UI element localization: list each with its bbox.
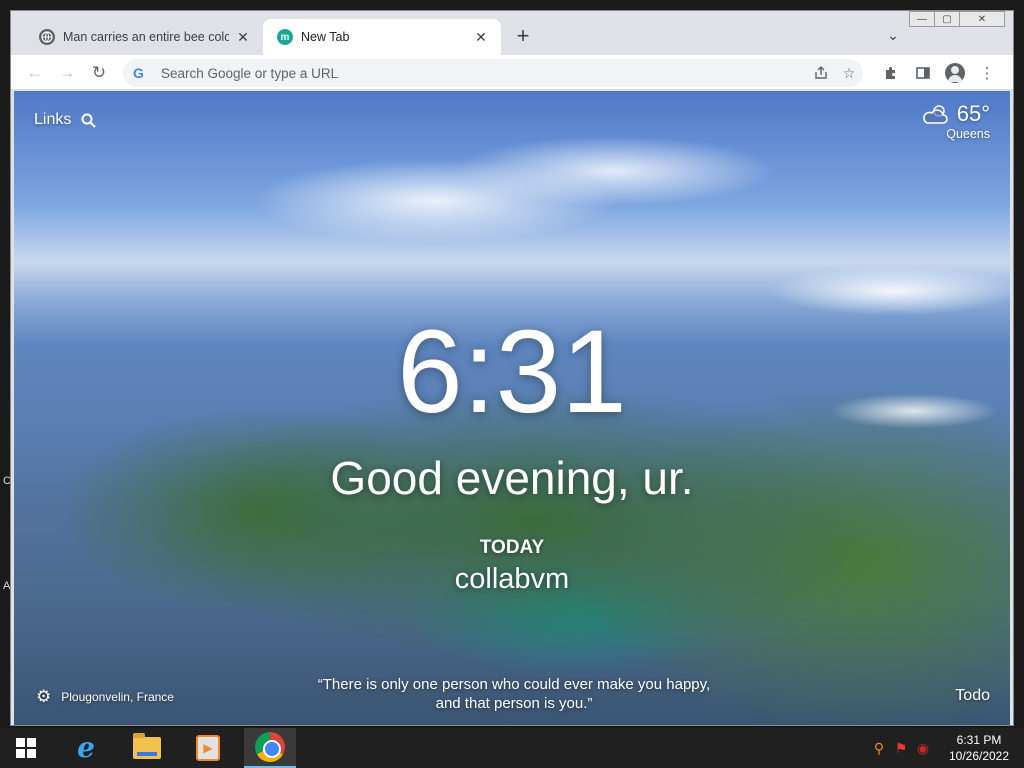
temperature: 65° bbox=[956, 101, 990, 126]
tab-new-tab[interactable]: m New Tab ✕ bbox=[263, 19, 501, 55]
forward-icon[interactable]: → bbox=[55, 61, 79, 85]
media-player-button[interactable]: ▶ bbox=[182, 728, 234, 768]
focus-text[interactable]: collabvm bbox=[14, 563, 1010, 596]
tray-time: 6:31 PM bbox=[956, 733, 1002, 747]
media-player-icon: ▶ bbox=[196, 735, 220, 761]
greeting: Good evening, ur. bbox=[330, 452, 694, 504]
side-panel-icon[interactable] bbox=[911, 61, 935, 85]
browser-toolbar: ← → ↻ G Search Google or type a URL ☆ ⋮ bbox=[11, 55, 1013, 90]
cloud-icon bbox=[922, 105, 948, 124]
internet-explorer-button[interactable]: e bbox=[60, 728, 112, 768]
tab-strip: Man carries an entire bee colony ✕ m New… bbox=[11, 11, 1013, 55]
taskbar: e ▶ ⚲ ⚑ ◉ 6:31 PM 10/26/2022 bbox=[0, 728, 1024, 768]
system-tray: ⚲ ⚑ ◉ 6:31 PM 10/26/2022 bbox=[868, 728, 1024, 768]
chrome-button[interactable] bbox=[244, 728, 296, 768]
new-tab-button[interactable]: + bbox=[511, 25, 535, 49]
globe-icon bbox=[39, 29, 55, 45]
close-button[interactable]: ✕ bbox=[959, 11, 1005, 27]
photo-location[interactable]: Plougonvelin, France bbox=[61, 690, 174, 704]
quote: “There is only one person who could ever… bbox=[317, 676, 711, 712]
links-label: Links bbox=[34, 111, 72, 128]
weather-location: Queens bbox=[946, 127, 990, 141]
focus-label: TODAY bbox=[479, 537, 545, 558]
browser-window: Man carries an entire bee colony ✕ m New… bbox=[10, 10, 1014, 726]
tray-date: 10/26/2022 bbox=[948, 749, 1010, 763]
tray-clock[interactable]: 6:31 PM 10/26/2022 bbox=[934, 732, 1024, 764]
reload-icon[interactable]: ↻ bbox=[87, 61, 111, 85]
clock: 6:31 bbox=[397, 306, 627, 438]
close-tab-icon[interactable]: ✕ bbox=[473, 29, 489, 45]
chevron-down-icon[interactable]: ⌄ bbox=[883, 27, 903, 47]
search-tray-icon[interactable]: ⚲ bbox=[868, 728, 890, 768]
todo-button[interactable]: Todo bbox=[955, 687, 990, 705]
gear-icon[interactable]: ⚙ bbox=[36, 687, 51, 707]
address-input[interactable]: Search Google or type a URL bbox=[161, 66, 807, 81]
new-tab-page: Links 65° Queens 6:31 Good evening, ur. … bbox=[14, 91, 1010, 725]
links-button[interactable]: Links bbox=[34, 111, 97, 129]
close-tab-icon[interactable]: ✕ bbox=[235, 29, 251, 45]
tab-bee-article[interactable]: Man carries an entire bee colony ✕ bbox=[25, 19, 263, 55]
minimize-button[interactable]: — bbox=[909, 11, 935, 27]
bookmark-star-icon[interactable]: ☆ bbox=[835, 59, 863, 87]
file-explorer-button[interactable] bbox=[121, 728, 173, 768]
tab-title: Man carries an entire bee colony bbox=[63, 30, 229, 44]
start-button[interactable] bbox=[0, 728, 52, 768]
folder-icon bbox=[133, 733, 161, 759]
back-icon[interactable]: ← bbox=[23, 61, 47, 85]
windows-logo-icon bbox=[16, 738, 36, 758]
momentum-icon: m bbox=[277, 29, 293, 45]
search-icon bbox=[81, 113, 97, 128]
address-bar[interactable]: G Search Google or type a URL ☆ bbox=[123, 59, 863, 87]
window-controls: — ▢ ✕ bbox=[909, 11, 1005, 27]
flag-icon[interactable]: ⚑ bbox=[890, 728, 912, 768]
profile-avatar[interactable] bbox=[943, 61, 967, 85]
weather-widget[interactable]: 65° Queens bbox=[921, 101, 990, 141]
chrome-icon bbox=[255, 732, 285, 762]
google-icon: G bbox=[133, 65, 144, 81]
extensions-icon[interactable] bbox=[879, 61, 903, 85]
settings-and-photo-info: ⚙ Plougonvelin, France bbox=[36, 687, 174, 707]
network-icon[interactable]: ◉ bbox=[912, 728, 934, 768]
tab-title: New Tab bbox=[301, 30, 350, 44]
share-icon[interactable] bbox=[807, 59, 835, 87]
kebab-menu-icon[interactable]: ⋮ bbox=[975, 61, 999, 85]
internet-explorer-icon: e bbox=[77, 731, 95, 764]
maximize-button[interactable]: ▢ bbox=[934, 11, 960, 27]
